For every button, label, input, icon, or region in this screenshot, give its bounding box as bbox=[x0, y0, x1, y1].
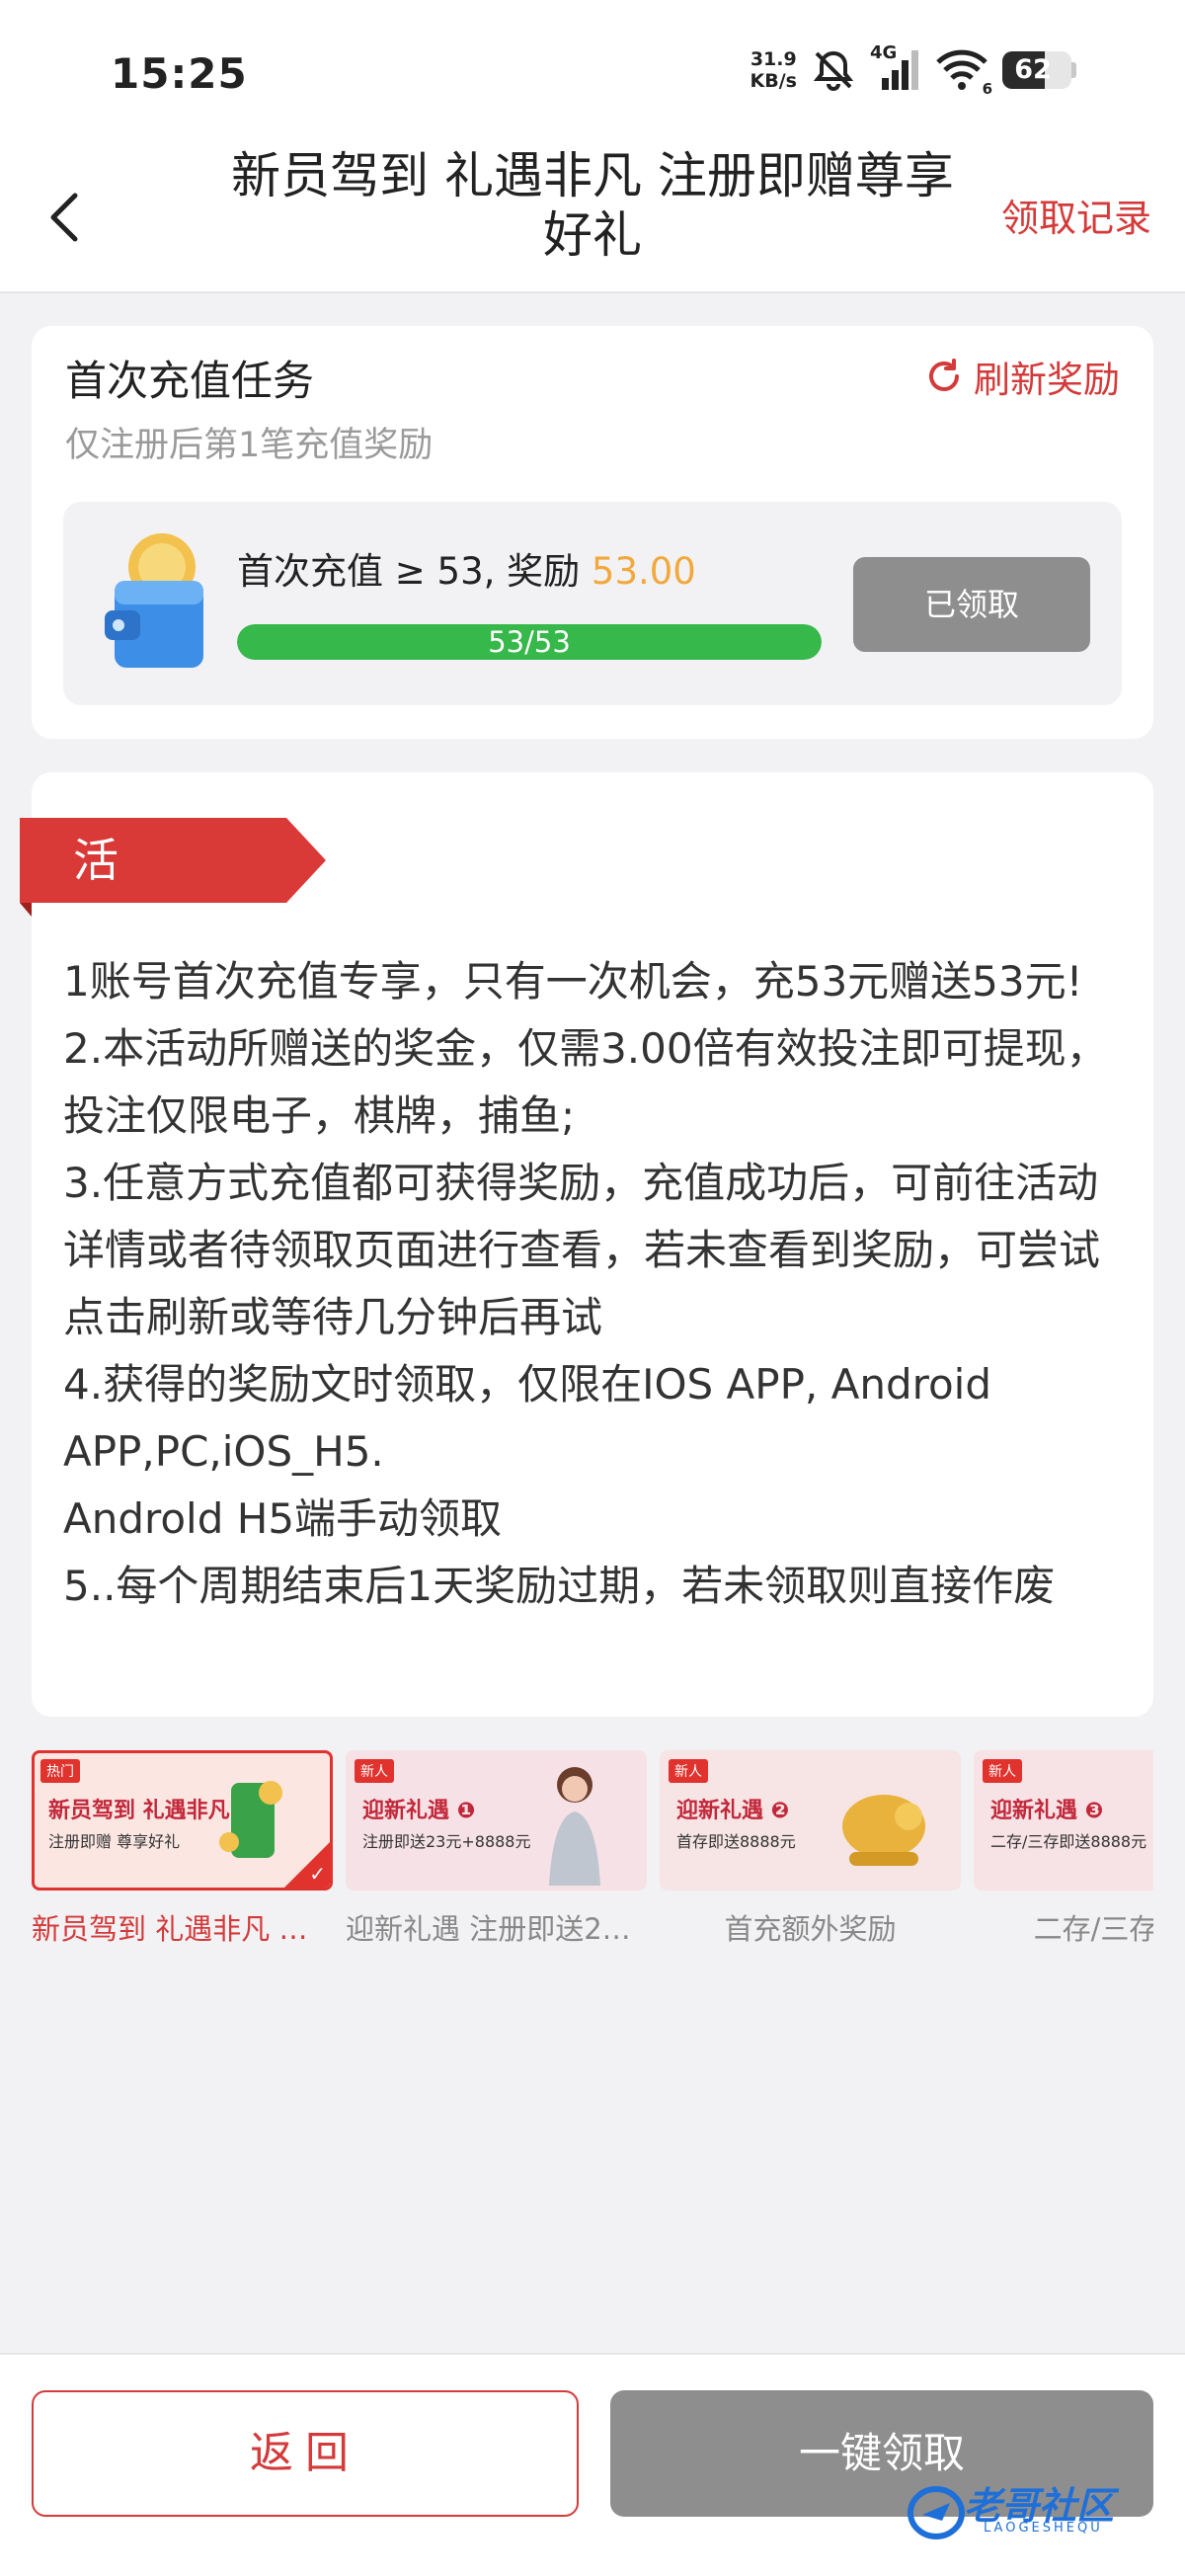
activity-carousel[interactable]: 热门 新员驾到 礼遇非凡 注册即赠 尊享好礼 ✓ 新员驾到 礼遇非凡 注册即赠尊… bbox=[32, 1750, 1153, 1958]
activity-banner[interactable]: 热门 新员驾到 礼遇非凡 注册即赠 尊享好礼 ✓ bbox=[32, 1750, 333, 1891]
activity-tag: 新人 bbox=[355, 1759, 394, 1783]
claim-history-link[interactable]: 领取记录 bbox=[1001, 188, 1151, 242]
page-title: 新员驾到 礼遇非凡 注册即赠尊享好礼 bbox=[231, 147, 954, 264]
activity-caption: 二存/三存即送 bbox=[1033, 1912, 1153, 1946]
status-icons: 31.9 KB/s 4G 6 62 bbox=[750, 42, 1076, 98]
activity-item[interactable]: 热门 新员驾到 礼遇非凡 注册即赠 尊享好礼 ✓ 新员驾到 礼遇非凡 注册即赠尊… bbox=[32, 1750, 333, 1948]
activity-banner-subtitle: 注册即赠 尊享好礼 bbox=[48, 1832, 181, 1851]
muted-bell-icon bbox=[813, 50, 854, 91]
bottom-action-bar: 返回 一键领取 老哥社区 LAOGESHEQU bbox=[0, 2353, 1185, 2576]
activity-caption: 首充额外奖励 bbox=[724, 1912, 897, 1946]
activity-banner-title: 迎新礼遇 ❶ bbox=[362, 1799, 476, 1823]
battery-icon: 62 bbox=[1002, 51, 1076, 89]
activity-banner[interactable]: 新人 迎新礼遇 ❶ 注册即送23元+8888元 bbox=[346, 1750, 647, 1891]
first-deposit-task-card: 首次充值任务 仅注册后第1笔充值奖励 刷新奖励 首次充值 ≥ 53, 奖励 53… bbox=[32, 326, 1153, 739]
activity-caption: 迎新礼遇 注册即送23元+8888元 bbox=[346, 1912, 647, 1946]
claimed-button[interactable]: 已领取 bbox=[853, 557, 1090, 652]
activity-caption: 新员驾到 礼遇非凡 注册即赠尊享好礼 bbox=[32, 1912, 333, 1946]
refresh-icon bbox=[929, 359, 959, 391]
golden-pig-icon bbox=[842, 1795, 925, 1866]
wifi-icon: 6 bbox=[935, 48, 992, 98]
refresh-reward-button[interactable]: 刷新奖励 bbox=[924, 350, 1120, 403]
activity-item[interactable]: 新人 迎新礼遇 ❸ 二存/三存即送8888元 二存/三存即送 bbox=[974, 1750, 1153, 1948]
activity-tag: 新人 bbox=[669, 1759, 708, 1783]
description-line: 4.获得的奖励文时领取，仅限在IOS APP, Android APP,PC,i… bbox=[63, 1360, 991, 1476]
activity-banner-subtitle: 二存/三存即送8888元 bbox=[990, 1832, 1147, 1851]
activity-item[interactable]: 新人 迎新礼遇 ❶ 注册即送23元+8888元 迎新礼遇 注册即送23元+888… bbox=[346, 1750, 647, 1948]
task-requirement: 首次充值 ≥ 53, 奖励 53.00 bbox=[237, 541, 696, 595]
description-line: 2.本活动所赠送的奖金，仅需3.00倍有效投注即可提现，投注仅限电子，棋牌，捕鱼… bbox=[63, 1024, 1108, 1140]
return-button[interactable]: 返回 bbox=[32, 2390, 579, 2517]
chevron-left-icon bbox=[50, 193, 78, 242]
selected-check-icon: ✓ bbox=[309, 1862, 326, 1886]
task-subtitle: 仅注册后第1笔充值奖励 bbox=[65, 426, 434, 465]
activity-description-card: 活动说明 1账号首次充值专享，只有一次机会，充53元赠送53元! 2.本活动所赠… bbox=[20, 772, 1153, 1717]
description-line: 3.任意方式充值都可获得奖励，充值成功后，可前往活动详情或者待领取页面进行查看，… bbox=[63, 1159, 1101, 1341]
activity-tag: 新人 bbox=[983, 1759, 1022, 1783]
task-title: 首次充值任务 bbox=[65, 357, 315, 405]
reward-amount: 53.00 bbox=[591, 550, 696, 593]
activity-banner-title: 新员驾到 礼遇非凡 bbox=[48, 1799, 230, 1823]
description-line: Androld H5端手动领取 bbox=[63, 1494, 503, 1543]
network-speed: 31.9 KB/s bbox=[750, 48, 797, 92]
description-line: 1账号首次充值专享，只有一次机会，充53元赠送53元! bbox=[63, 957, 1083, 1006]
wallet-coin-icon bbox=[105, 533, 203, 668]
wifi-badge: 6 bbox=[982, 80, 992, 98]
activity-banner-subtitle: 注册即送23元+8888元 bbox=[362, 1832, 531, 1851]
activity-banner-subtitle: 首存即送8888元 bbox=[676, 1832, 796, 1851]
cellular-signal-icon: 4G bbox=[870, 42, 921, 92]
back-button[interactable] bbox=[30, 178, 99, 257]
activity-tag: 热门 bbox=[40, 1759, 80, 1783]
activity-banner-title: 迎新礼遇 ❸ bbox=[990, 1799, 1104, 1823]
description-body: 1账号首次充值专享，只有一次机会，充53元赠送53元! 2.本活动所赠送的奖金，… bbox=[63, 948, 1130, 1620]
status-time: 15:25 bbox=[111, 49, 248, 98]
network-speed-unit: KB/s bbox=[750, 70, 797, 92]
task-requirement-text: 首次充值 ≥ 53, 奖励 bbox=[237, 550, 581, 593]
page-header: 新员驾到 礼遇非凡 注册即赠尊享好礼 领取记录 bbox=[0, 138, 1185, 293]
model-figure-icon bbox=[549, 1767, 600, 1886]
status-bar: 15:25 31.9 KB/s 4G 6 62 bbox=[0, 0, 1185, 138]
description-line: 5..每个周期结束后1天奖励过期，若未领取则直接作废 bbox=[63, 1562, 1056, 1610]
task-progress-bar: 53/53 bbox=[237, 624, 822, 660]
network-speed-value: 31.9 bbox=[750, 48, 797, 70]
watermark-logo: 老哥社区 LAOGESHEQU bbox=[907, 2471, 1163, 2550]
activity-banner[interactable]: 新人 迎新礼遇 ❷ 首存即送8888元 bbox=[660, 1750, 961, 1891]
task-row: 首次充值 ≥ 53, 奖励 53.00 53/53 已领取 bbox=[63, 502, 1122, 705]
watermark-subtext: LAOGESHEQU bbox=[984, 2521, 1103, 2536]
task-progress-text: 53/53 bbox=[488, 625, 571, 659]
activity-banner-title: 迎新礼遇 ❷ bbox=[676, 1799, 790, 1823]
activity-item[interactable]: 新人 迎新礼遇 ❷ 首存即送8888元 首充额外奖励 bbox=[660, 1750, 961, 1948]
refresh-reward-label: 刷新奖励 bbox=[974, 359, 1120, 401]
network-type: 4G bbox=[870, 42, 898, 63]
battery-level: 62 bbox=[1014, 54, 1052, 85]
activity-banner[interactable]: 新人 迎新礼遇 ❸ 二存/三存即送8888元 bbox=[974, 1750, 1153, 1891]
